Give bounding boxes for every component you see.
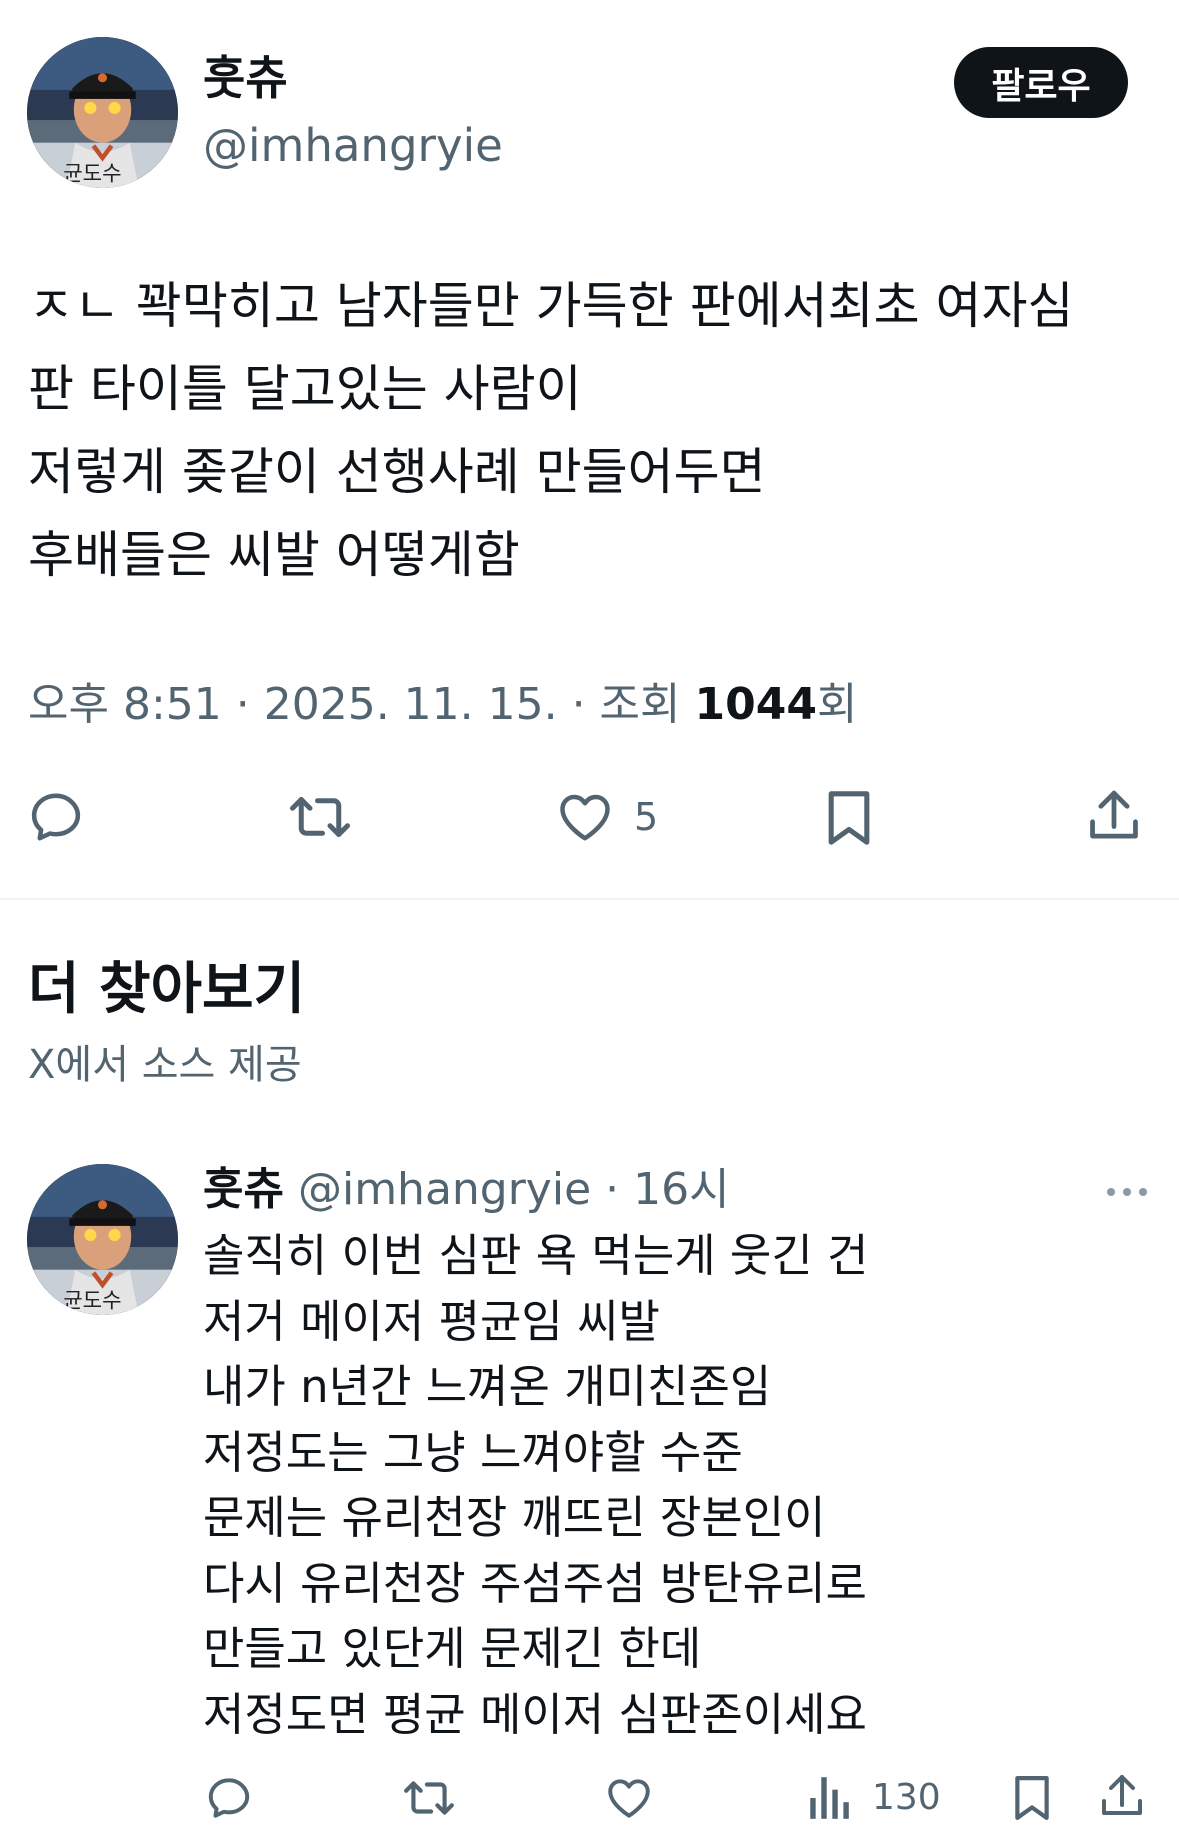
related-like-button[interactable] [604, 1773, 654, 1823]
svg-text:균도수: 균도수 [63, 1287, 121, 1312]
discover-subtitle: X에서 소스 제공 [28, 1042, 302, 1088]
avatar-image: 균도수 [27, 1164, 178, 1315]
tweet-text-line: 내가 n년간 느껴온 개미친존임 [203, 1360, 772, 1413]
more-icon [1107, 1188, 1147, 1196]
author-name[interactable]: 훗츄 [203, 50, 288, 106]
tweet-text-line: 저정도는 그냥 느껴야할 수준 [203, 1425, 743, 1479]
bookmark-icon [828, 791, 870, 845]
related-view-count: 130 [872, 1777, 941, 1818]
like-button[interactable]: 5 [554, 787, 658, 847]
tweet-text-line: ㅈㄴ 꽉막히고 남자들만 가득한 판에서최초 여자심 [28, 277, 1074, 335]
related-tweet-header: 훗츄 @imhangryie · 16시 [203, 1162, 730, 1218]
related-author-handle[interactable]: @imhangryie [298, 1164, 591, 1215]
view-count-suffix: 회 [816, 679, 858, 730]
tweet-text-line: 문제는 유리천장 깨뜨린 장본인이 [203, 1491, 826, 1544]
related-retweet-button[interactable] [402, 1773, 456, 1823]
timestamp-and-date: 오후 8:51 · 2025. 11. 15. · 조회 [28, 679, 695, 730]
heart-icon [560, 794, 610, 841]
related-tweet-text: 솔직히 이번 심판 욕 먹는게 웃긴 건 저거 메이저 평균임 씨발 내가 n년… [203, 1223, 1143, 1747]
like-count: 5 [634, 795, 659, 839]
header-separator: · [591, 1164, 634, 1215]
tweet-detail-page: 균도수 훗츄 @imhangryie 팔로우 ㅈㄴ 꽉막히고 남자들만 가득한 … [0, 0, 1179, 1835]
retweet-icon [290, 797, 350, 837]
retweet-icon [404, 1781, 454, 1815]
view-count: 1044 [694, 679, 817, 730]
views-icon [810, 1777, 849, 1819]
tweet-meta: 오후 8:51 · 2025. 11. 15. · 조회 1044회 [28, 675, 857, 735]
tweet-text-line: 저거 메이저 평균임 씨발 [203, 1294, 660, 1348]
follow-button[interactable]: 팔로우 [954, 47, 1128, 118]
heart-icon [608, 1779, 650, 1818]
author-handle[interactable]: @imhangryie [203, 118, 503, 174]
share-button[interactable] [1085, 786, 1143, 848]
tweet-text-line: 다시 유리천장 주섬주섬 방탄유리로 [203, 1556, 867, 1610]
related-author-name[interactable]: 훗츄 [203, 1164, 284, 1215]
svg-text:균도수: 균도수 [63, 160, 121, 185]
related-share-button[interactable] [1098, 1771, 1146, 1823]
tweet-text-line: 솔직히 이번 심판 욕 먹는게 웃긴 건 [203, 1229, 869, 1282]
tweet-text-line: 만들고 있단게 문제긴 한데 [203, 1622, 702, 1675]
bookmark-button[interactable] [821, 787, 877, 849]
tweet-text-line: 판 타이틀 달고있는 사람이 [28, 360, 582, 418]
related-views-button[interactable]: 130 [808, 1773, 941, 1823]
discover-title: 더 찾아보기 [28, 957, 306, 1022]
related-bookmark-button[interactable] [1009, 1772, 1055, 1824]
reply-icon [31, 793, 81, 841]
section-divider [0, 898, 1179, 900]
share-icon [1102, 1775, 1142, 1815]
reply-icon [208, 1778, 250, 1818]
more-options-button[interactable] [1102, 1172, 1152, 1212]
related-reply-button[interactable] [204, 1773, 254, 1823]
retweet-button[interactable] [287, 787, 353, 847]
tweet-text-line: 저렇게 좆같이 선행사례 만들어두면 [28, 443, 766, 501]
tweet-text-line: 후배들은 씨발 어떻게함 [28, 526, 520, 584]
reply-button[interactable] [26, 787, 86, 847]
related-author-avatar[interactable]: 균도수 [27, 1164, 178, 1315]
bookmark-icon [1015, 1776, 1049, 1820]
tweet-text-line: 저정도면 평균 메이저 심판존이세요 [203, 1687, 867, 1741]
author-avatar[interactable]: 균도수 [27, 37, 178, 188]
tweet-text: ㅈㄴ 꽉막히고 남자들만 가득한 판에서최초 여자심 판 타이틀 달고있는 사람… [28, 265, 1158, 597]
avatar-image: 균도수 [27, 37, 178, 188]
related-tweet-time[interactable]: 16시 [633, 1164, 729, 1215]
share-icon [1090, 790, 1138, 839]
